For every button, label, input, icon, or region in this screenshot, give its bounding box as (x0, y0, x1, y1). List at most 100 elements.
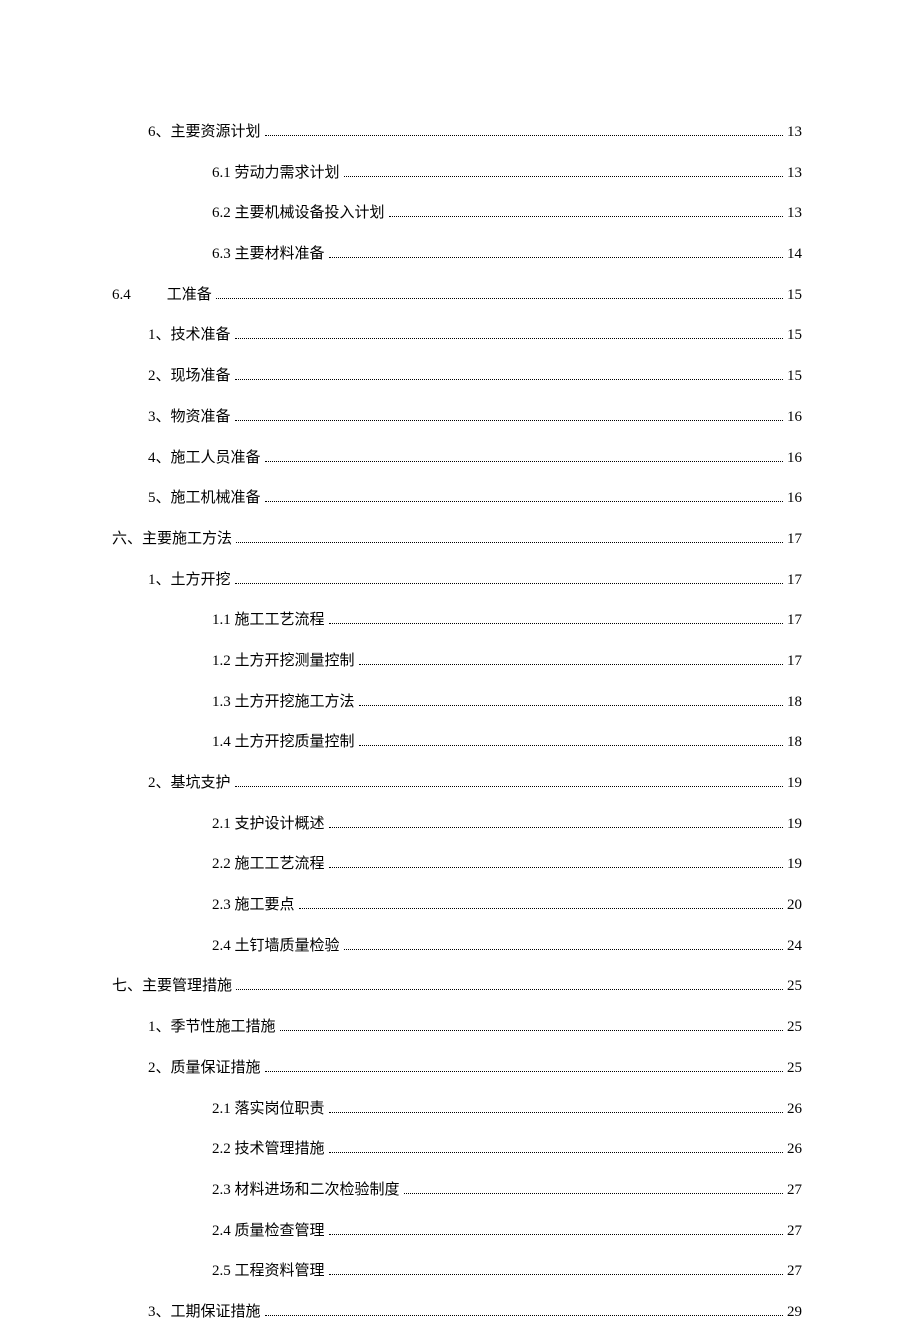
toc-entry-label: 5、施工机械准备 (148, 486, 261, 510)
toc-entry-page: 19 (787, 771, 802, 795)
toc-entry-label: 1、技术准备 (148, 323, 231, 347)
toc-leader-dots (359, 656, 783, 665)
toc-entry: 1.3 土方开挖施工方法18 (112, 690, 802, 714)
toc-entry-label: 2.3 材料进场和二次检验制度 (212, 1178, 400, 1202)
toc-entry-page: 25 (787, 1015, 802, 1039)
toc-leader-dots (265, 1307, 783, 1316)
toc-entry-label: 2.3 施工要点 (212, 893, 295, 917)
toc-entry-label: 七、主要管理措施 (112, 974, 232, 998)
toc-entry: 3、工期保证措施 29 (112, 1300, 802, 1324)
toc-entry: 2.5 工程资料管理 27 (112, 1259, 802, 1283)
toc-entry-page: 15 (787, 364, 802, 388)
toc-leader-dots (329, 1266, 783, 1275)
toc-leader-dots (280, 1022, 783, 1031)
toc-entry: 1.4 土方开挖质量控制 18 (112, 730, 802, 754)
toc-entry: 1、季节性施工措施 25 (112, 1015, 802, 1039)
toc-entry: 2.1 支护设计概述 19 (112, 812, 802, 836)
toc-leader-dots (299, 900, 783, 909)
toc-entry: 2、质量保证措施 25 (112, 1056, 802, 1080)
toc-entry: 6.2 主要机械设备投入计划 13 (112, 201, 802, 225)
toc-leader-dots (235, 330, 783, 339)
toc-entry-page: 13 (787, 201, 802, 225)
toc-entry-page: 17 (787, 608, 802, 632)
toc-entry-page: 16 (787, 405, 802, 429)
toc-entry-page: 26 (787, 1097, 802, 1121)
toc-leader-dots (235, 371, 783, 380)
toc-entry: 2.3 施工要点 20 (112, 893, 802, 917)
toc-leader-dots (235, 412, 783, 421)
toc-entry: 3、物资准备16 (112, 405, 802, 429)
toc-entry-page: 29 (787, 1300, 802, 1324)
toc-leader-dots (235, 575, 783, 584)
toc-entry-page: 25 (787, 1056, 802, 1080)
toc-entry-label: 2、基坑支护 (148, 771, 231, 795)
toc-leader-dots (329, 615, 783, 624)
toc-entry-page: 20 (787, 893, 802, 917)
toc-entry-label: 1、季节性施工措施 (148, 1015, 276, 1039)
toc-entry-page: 27 (787, 1219, 802, 1243)
toc-leader-dots (216, 290, 783, 299)
toc-entry: 2.2 施工工艺流程 19 (112, 852, 802, 876)
toc-entry-page: 17 (787, 527, 802, 551)
toc-entry-label: 1.4 土方开挖质量控制 (212, 730, 355, 754)
toc-leader-dots (329, 819, 783, 828)
toc-leader-dots (235, 778, 783, 787)
toc-leader-dots (329, 859, 783, 868)
toc-entry: 6.3 主要材料准备14 (112, 242, 802, 266)
toc-leader-dots (265, 127, 783, 136)
toc-entry-page: 19 (787, 812, 802, 836)
toc-entry: 1.1 施工工艺流程17 (112, 608, 802, 632)
toc-entry-page: 27 (787, 1178, 802, 1202)
toc-entry-label: 6.3 主要材料准备 (212, 242, 325, 266)
toc-leader-dots (236, 534, 783, 543)
toc-entry-label: 2.1 落实岗位职责 (212, 1097, 325, 1121)
toc-entry: 六、主要施工方法17 (112, 527, 802, 551)
toc-entry-label: 2.1 支护设计概述 (212, 812, 325, 836)
toc-entry-label: 6、主要资源计划 (148, 120, 261, 144)
toc-entry-label: 2.2 技术管理措施 (212, 1137, 325, 1161)
toc-entry-page: 18 (787, 690, 802, 714)
toc-entry: 1、土方开挖17 (112, 568, 802, 592)
toc-entry-page: 13 (787, 120, 802, 144)
toc-entry: 2.4 质量检查管理 27 (112, 1219, 802, 1243)
toc-entry-page: 19 (787, 852, 802, 876)
toc-entry-page: 17 (787, 649, 802, 673)
toc-entry: 6、主要资源计划 13 (112, 120, 802, 144)
toc-entry: 2.1 落实岗位职责 26 (112, 1097, 802, 1121)
toc-entry: 2.4 土钉墙质量检验 24 (112, 934, 802, 958)
toc-leader-dots (344, 168, 783, 177)
toc-entry: 1.2 土方开挖测量控制 17 (112, 649, 802, 673)
toc-entry: 2.2 技术管理措施 26 (112, 1137, 802, 1161)
toc-entry-page: 27 (787, 1259, 802, 1283)
toc-entry-label: 2.4 土钉墙质量检验 (212, 934, 340, 958)
toc-entry: 2、现场准备15 (112, 364, 802, 388)
toc-entry-label: 2.5 工程资料管理 (212, 1259, 325, 1283)
toc-entry: 2.3 材料进场和二次检验制度 27 (112, 1178, 802, 1202)
toc-leader-dots (265, 453, 783, 462)
toc-entry-label: 1.2 土方开挖测量控制 (212, 649, 355, 673)
toc-entry-label: 2.4 质量检查管理 (212, 1219, 325, 1243)
toc-entry-label: 6.2 主要机械设备投入计划 (212, 201, 385, 225)
toc-entry-page: 15 (787, 323, 802, 347)
toc-entry: 2、基坑支护 19 (112, 771, 802, 795)
toc-entry-page: 18 (787, 730, 802, 754)
toc-leader-dots (265, 1063, 783, 1072)
toc-leader-dots (265, 493, 783, 502)
toc-entry-label: 2、质量保证措施 (148, 1056, 261, 1080)
toc-leader-dots (344, 941, 783, 950)
toc-entry-label: 2.2 施工工艺流程 (212, 852, 325, 876)
toc-entry-prefix: 6.4 (112, 283, 131, 307)
toc-entry-label: 1、土方开挖 (148, 568, 231, 592)
toc-entry-label: 3、工期保证措施 (148, 1300, 261, 1324)
toc-leader-dots (236, 981, 783, 990)
toc-entry-page: 24 (787, 934, 802, 958)
toc-entry-page: 15 (787, 283, 802, 307)
toc-leader-dots (329, 1104, 783, 1113)
toc-leader-dots (404, 1185, 783, 1194)
toc-leader-dots (329, 249, 783, 258)
toc-entry: 5、施工机械准备16 (112, 486, 802, 510)
toc-leader-dots (329, 1226, 783, 1235)
toc-entry-page: 26 (787, 1137, 802, 1161)
toc-entry-page: 25 (787, 974, 802, 998)
toc-leader-dots (359, 697, 783, 706)
